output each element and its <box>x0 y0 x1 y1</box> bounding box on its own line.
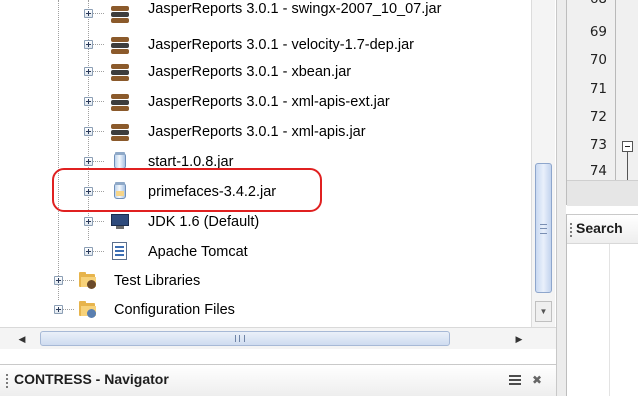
tree-item-label: Configuration Files <box>114 302 235 318</box>
horizontal-scrollbar[interactable]: ◀ ▶ <box>0 327 556 349</box>
search-panel-title: Search <box>576 220 623 236</box>
tree-item-library[interactable]: JasperReports 3.0.1 - xbean.jar <box>0 58 530 88</box>
test-libraries-folder-icon <box>78 270 98 290</box>
scroll-down-button[interactable]: ▼ <box>535 301 552 322</box>
fold-guide <box>627 152 628 180</box>
tree-item-jdk[interactable]: JDK 1.6 (Default) <box>0 208 530 238</box>
expand-toggle[interactable] <box>84 217 93 226</box>
expand-toggle[interactable] <box>54 276 63 285</box>
close-icon[interactable]: ✖ <box>530 373 544 387</box>
scroll-left-icon[interactable]: ◀ <box>16 332 28 346</box>
project-tree-panel: JasperReports 3.0.1 - swingx-2007_10_07.… <box>0 0 556 327</box>
expand-toggle[interactable] <box>84 40 93 49</box>
vertical-scrollbar-thumb[interactable] <box>535 163 552 293</box>
expand-toggle[interactable] <box>84 127 93 136</box>
editor-gutter-panel: 68 69 70 71 72 73 74 <box>566 0 638 206</box>
line-number: 73 <box>589 137 607 153</box>
line-number: 72 <box>589 109 607 125</box>
tree-item-library[interactable]: JasperReports 3.0.1 - swingx-2007_10_07.… <box>0 0 530 30</box>
tree-item-label: JasperReports 3.0.1 - xbean.jar <box>148 64 352 80</box>
grip-icon <box>235 335 245 342</box>
tree-item-label: Apache Tomcat <box>148 244 248 260</box>
search-panel-header[interactable]: Search <box>567 214 638 244</box>
library-icon <box>110 122 130 142</box>
tree-item-label: JDK 1.6 (Default) <box>148 214 260 230</box>
tree-item-apache-tomcat[interactable]: Apache Tomcat <box>0 238 530 268</box>
minimize-icon[interactable] <box>508 374 522 386</box>
library-icon <box>110 62 130 82</box>
search-results-divider <box>609 244 610 396</box>
expand-toggle[interactable] <box>84 97 93 106</box>
line-number: 69 <box>589 24 607 40</box>
tree-item-label: Test Libraries <box>114 273 201 289</box>
editor-scroll-area <box>567 180 638 206</box>
line-number: 68 <box>567 0 607 7</box>
gutter-divider <box>615 0 616 180</box>
tree-item-configuration-files[interactable]: Configuration Files <box>0 296 530 326</box>
drag-handle-icon[interactable] <box>6 374 8 388</box>
library-icon <box>110 35 130 55</box>
line-number: 70 <box>589 52 607 68</box>
library-icon <box>110 4 130 24</box>
configuration-folder-icon <box>78 299 98 319</box>
tree-item-label: JasperReports 3.0.1 - xml-apis.jar <box>148 124 366 140</box>
tree-item-label: JasperReports 3.0.1 - swingx-2007_10_07.… <box>148 1 442 17</box>
line-number: 71 <box>589 81 607 97</box>
code-fold-icon[interactable] <box>622 141 633 152</box>
expand-toggle[interactable] <box>54 305 63 314</box>
expand-toggle[interactable] <box>84 67 93 76</box>
tree-item-library[interactable]: JasperReports 3.0.1 - xml-apis.jar <box>0 118 530 148</box>
line-number: 74 <box>589 163 607 179</box>
horizontal-scrollbar-thumb[interactable] <box>40 331 450 346</box>
vertical-scrollbar[interactable]: ▼ <box>531 0 555 327</box>
expand-toggle[interactable] <box>84 9 93 18</box>
library-icon <box>110 92 130 112</box>
search-panel: Search <box>566 214 638 396</box>
navigator-title: CONTRESS - Navigator <box>14 371 169 387</box>
highlight-annotation <box>52 168 322 212</box>
grip-icon <box>540 224 547 234</box>
tree-item-library[interactable]: JasperReports 3.0.1 - velocity-1.7-dep.j… <box>0 31 530 61</box>
scroll-right-icon[interactable]: ▶ <box>513 332 525 346</box>
server-icon <box>110 241 130 261</box>
tree-item-library[interactable]: JasperReports 3.0.1 - xml-apis-ext.jar <box>0 88 530 118</box>
tree-item-label: JasperReports 3.0.1 - velocity-1.7-dep.j… <box>148 37 414 53</box>
tree-item-label: JasperReports 3.0.1 - xml-apis-ext.jar <box>148 94 390 110</box>
navigator-panel-header[interactable]: CONTRESS - Navigator ✖ <box>0 364 556 396</box>
splitter[interactable] <box>556 0 566 396</box>
drag-handle-icon[interactable] <box>570 223 572 237</box>
expand-toggle[interactable] <box>84 157 93 166</box>
jdk-icon <box>110 211 130 231</box>
tree-item-test-libraries[interactable]: Test Libraries <box>0 267 530 297</box>
expand-toggle[interactable] <box>84 247 93 256</box>
